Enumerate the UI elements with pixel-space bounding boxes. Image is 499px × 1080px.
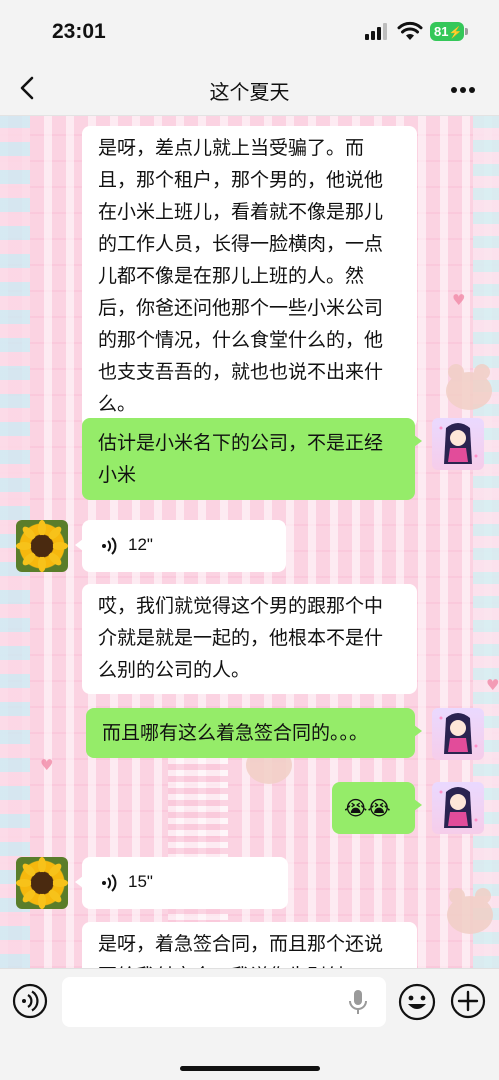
- wallpaper-heart-decoration: ♥: [452, 291, 466, 309]
- battery-cap: [465, 28, 468, 35]
- voice-wave-icon: [102, 537, 117, 555]
- status-bar: 23:01 81⚡: [0, 0, 499, 62]
- voice-duration: 15": [128, 872, 153, 891]
- message-emoji: 😭😭: [344, 796, 391, 820]
- cellular-signal-icon: [365, 23, 389, 40]
- wallpaper-heart-decoration: ♥: [40, 756, 54, 774]
- message-text: 哎，我们就觉得这个男的跟那个中介就是就是一起的，他根本不是什么别的公司的人。: [98, 595, 384, 681]
- chat-title: 这个夏天: [209, 80, 290, 104]
- message-input[interactable]: [62, 977, 386, 1027]
- more-dots-icon[interactable]: [450, 86, 476, 94]
- outgoing-text-message[interactable]: 估计是小米名下的公司，不是正经小米: [82, 418, 422, 500]
- incoming-text-message[interactable]: 是呀，差点儿就上当受骗了。而且，那个租户，那个男的，他说他在小米上班儿，看着就不…: [82, 126, 417, 428]
- battery-level: 81: [434, 24, 449, 39]
- anime-girl-avatar-icon: [439, 713, 478, 754]
- outgoing-text-message[interactable]: 而且哪有这么着急签合同的。。。: [86, 708, 422, 758]
- message-text: 而且哪有这么着急签合同的。。。: [102, 722, 369, 744]
- status-time: 23:01: [52, 20, 106, 43]
- chat-header: 这个夏天: [0, 62, 499, 116]
- my-avatar[interactable]: [432, 708, 484, 760]
- message-text: 估计是小米名下的公司，不是正经小米: [98, 432, 384, 486]
- my-avatar[interactable]: [432, 418, 484, 470]
- voice-wave-icon: [102, 874, 117, 892]
- incoming-text-message[interactable]: 哎，我们就觉得这个男的跟那个中介就是就是一起的，他根本不是什么别的公司的人。: [82, 584, 417, 694]
- my-avatar[interactable]: [432, 782, 484, 834]
- microphone-icon[interactable]: [348, 989, 368, 1015]
- emoji-icon[interactable]: [398, 983, 436, 1021]
- wallpaper-stripe-right: [473, 116, 499, 968]
- outgoing-emoji-message[interactable]: 😭😭: [332, 782, 422, 834]
- charging-bolt-icon: ⚡: [448, 27, 463, 39]
- chat-input-bar: [0, 968, 499, 1080]
- voice-mode-icon[interactable]: [12, 983, 48, 1019]
- plus-icon[interactable]: [450, 983, 486, 1019]
- anime-girl-avatar-icon: [439, 787, 478, 828]
- incoming-text-message[interactable]: 是呀，着急签合同，而且那个还说要给我付定金，我说你先别付: [82, 922, 417, 968]
- voice-duration: 12": [128, 535, 153, 554]
- home-indicator[interactable]: [180, 1066, 320, 1071]
- battery-indicator: 81⚡: [430, 22, 464, 41]
- chat-message-list[interactable]: ♥ ♥ ♥ 是呀，差点儿就上当受骗了。而且，那个租户，那个男的，他说他在小米上班…: [0, 116, 499, 968]
- sunflower-avatar-icon: [16, 520, 68, 572]
- incoming-voice-message[interactable]: 12": [75, 520, 286, 572]
- incoming-voice-message[interactable]: 15": [75, 857, 288, 909]
- sunflower-avatar-icon: [16, 857, 68, 909]
- message-text: 是呀，差点儿就上当受骗了。而且，那个租户，那个男的，他说他在小米上班儿，看着就不…: [98, 137, 384, 415]
- wallpaper-bear-decoration: [447, 888, 493, 934]
- wallpaper-heart-decoration: ♥: [486, 676, 499, 694]
- message-text: 是呀，着急签合同，而且那个还说要给我付定金，我说你先别付: [98, 933, 384, 968]
- anime-girl-avatar-icon: [439, 423, 478, 464]
- contact-avatar[interactable]: [16, 520, 68, 572]
- contact-avatar[interactable]: [16, 857, 68, 909]
- wallpaper-bear-decoration: [446, 364, 492, 410]
- wifi-icon: [397, 21, 423, 40]
